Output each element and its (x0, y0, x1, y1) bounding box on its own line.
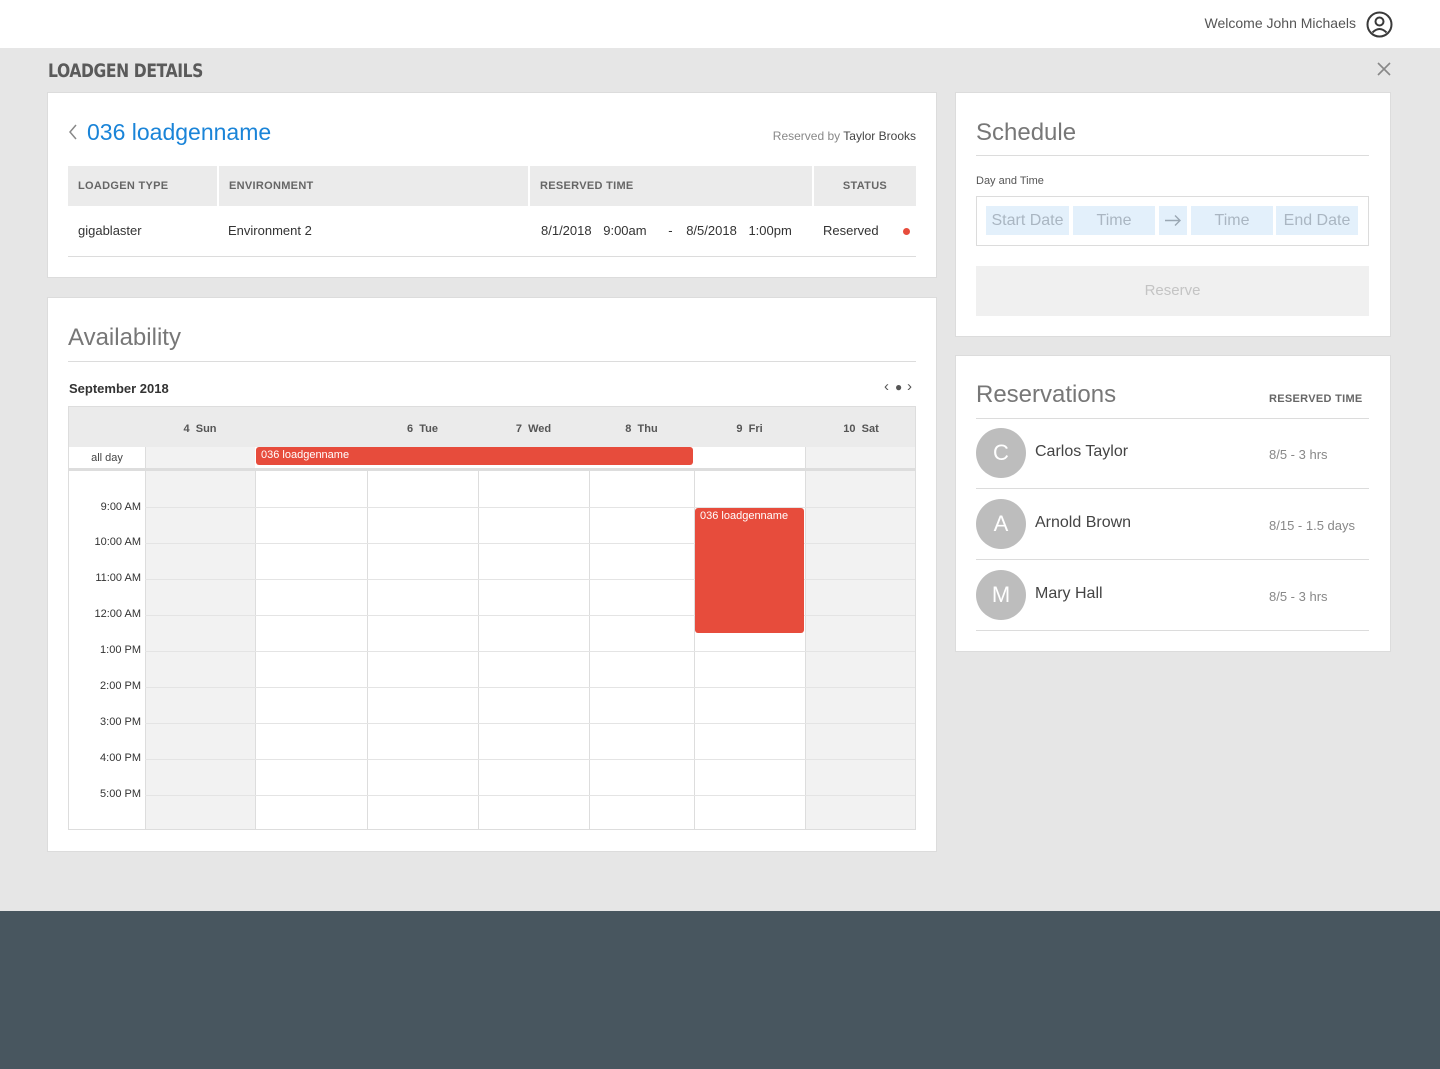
cell-loadgen-type: gigablaster (68, 206, 218, 257)
reservation-time: 8/5 - 3 hrs (1269, 589, 1328, 604)
hour-line (145, 795, 915, 796)
next-week-icon[interactable]: › (907, 379, 912, 395)
details-table: LOADGEN TYPE ENVIRONMENT RESERVED TIME S… (68, 166, 916, 257)
availability-card: Availability September 2018 ‹ ● › 4 Sun … (47, 297, 937, 852)
day-header-tue: 6 Tue (407, 423, 438, 435)
avatar: A (976, 499, 1026, 549)
start-time-field[interactable]: Time (1073, 206, 1155, 235)
col-status: STATUS (813, 166, 916, 206)
loadgen-name-title: 036 loadgenname (87, 119, 272, 145)
cell-environment: Environment 2 (218, 206, 529, 257)
top-bar: Welcome John Michaels (0, 0, 1440, 48)
reserve-button[interactable]: Reserve (976, 266, 1369, 316)
reserved-time-column-label: RESERVED TIME (1269, 393, 1363, 405)
day-header-thu: 8 Thu (625, 423, 658, 435)
day-header-wed: 7 Wed (515, 423, 552, 435)
calendar-week-view: 4 Sun 6 Tue 7 Wed 8 Thu 9 Fri 10 Sat all… (68, 406, 916, 830)
time-separator: - (668, 223, 673, 239)
reserved-by-name: Taylor Brooks (843, 129, 916, 143)
time-label: 9:00 AM (100, 501, 141, 513)
calendar-nav: ‹ ● › (884, 379, 917, 395)
reservation-time: 8/5 - 3 hrs (1269, 447, 1328, 462)
end-date-field[interactable]: End Date (1276, 206, 1358, 235)
time-label: 4:00 PM (100, 752, 141, 764)
hour-line (145, 723, 915, 724)
divider (976, 155, 1369, 156)
hour-line (145, 687, 915, 688)
date-range-picker: Start Date Time Time End Date (976, 196, 1369, 246)
day-header-sat: 10 Sat (843, 423, 879, 435)
end-date: 8/5/2018 (686, 223, 737, 239)
cell-reserved-time: 8/1/2018 9:00am - 8/5/2018 1:00pm (529, 206, 813, 257)
loadgen-details-card: 036 loadgenname Reserved by Taylor Brook… (47, 92, 937, 278)
day-header-sun: 4 Sun (183, 423, 217, 435)
footer (0, 911, 1440, 1069)
all-day-row: all day 036 loadgenname (69, 447, 915, 471)
reservation-name: Carlos Taylor (1035, 443, 1129, 460)
allday-cell-sat (805, 447, 915, 468)
time-label: 3:00 PM (100, 716, 141, 728)
col-environment: ENVIRONMENT (218, 166, 530, 206)
avatar: M (976, 570, 1026, 620)
user-circle-icon[interactable] (1366, 11, 1393, 38)
col-loadgen-type: LOADGEN TYPE (68, 166, 219, 206)
back-chevron-icon[interactable] (68, 124, 78, 140)
schedule-title: Schedule (976, 119, 1077, 146)
time-label: 5:00 PM (100, 788, 141, 800)
time-grid: 9:00 AM 10:00 AM 11:00 AM 12:00 AM 1:00 … (69, 471, 915, 829)
page-title: LOADGEN DETAILS (48, 60, 203, 82)
today-dot-icon[interactable]: ● (895, 379, 902, 395)
status-text: Reserved (823, 223, 879, 239)
cell-status: Reserved (813, 206, 916, 257)
reservation-time: 8/15 - 1.5 days (1269, 518, 1355, 533)
day-header-fri: 9 Fri (736, 423, 763, 435)
time-label: 10:00 AM (94, 536, 141, 548)
avatar: C (976, 428, 1026, 478)
allday-event[interactable]: 036 loadgenname (256, 447, 693, 465)
reservations-card: Reservations RESERVED TIME C Carlos Tayl… (955, 355, 1391, 652)
allday-cell-sun (145, 447, 255, 468)
time-label: 1:00 PM (100, 644, 141, 656)
day-time-label: Day and Time (976, 175, 1044, 187)
reservation-name: Arnold Brown (1035, 514, 1132, 531)
end-time-field[interactable]: Time (1191, 206, 1273, 235)
schedule-card: Schedule Day and Time Start Date Time Ti… (955, 92, 1391, 337)
reserved-by-label: Reserved by (772, 129, 841, 143)
reservation-name: Mary Hall (1035, 585, 1103, 602)
arrow-right-icon (1159, 206, 1187, 235)
reservation-item[interactable]: C Carlos Taylor 8/5 - 3 hrs (976, 418, 1369, 489)
table-row: gigablaster Environment 2 8/1/2018 9:00a… (68, 206, 916, 257)
timed-event[interactable]: 036 loadgenname (695, 508, 804, 633)
time-label: 11:00 AM (95, 572, 141, 584)
status-dot-icon (903, 228, 910, 235)
availability-title: Availability (68, 324, 181, 351)
start-date-field[interactable]: Start Date (986, 206, 1069, 235)
calendar-month: September 2018 (69, 381, 169, 396)
start-date: 8/1/2018 (541, 223, 592, 239)
time-label: 12:00 AM (94, 608, 141, 620)
prev-week-icon[interactable]: ‹ (884, 379, 889, 395)
hour-line (145, 759, 915, 760)
reservations-title: Reservations (976, 381, 1117, 408)
welcome-text: Welcome John Michaels (1204, 15, 1356, 31)
start-time: 9:00am (603, 223, 647, 239)
calendar-header: 4 Sun 6 Tue 7 Wed 8 Thu 9 Fri 10 Sat (69, 407, 915, 447)
close-icon[interactable] (1376, 61, 1392, 77)
divider (68, 361, 916, 362)
col-reserved-time: RESERVED TIME (529, 166, 814, 206)
reserved-by: Reserved by Taylor Brooks (773, 129, 916, 143)
time-label: 2:00 PM (100, 680, 141, 692)
all-day-label: all day (91, 452, 123, 464)
reservation-item[interactable]: A Arnold Brown 8/15 - 1.5 days (976, 489, 1369, 560)
day-header-mon (255, 423, 367, 435)
reservation-item[interactable]: M Mary Hall 8/5 - 3 hrs (976, 560, 1369, 631)
end-time: 1:00pm (748, 223, 792, 239)
hour-line (145, 651, 915, 652)
